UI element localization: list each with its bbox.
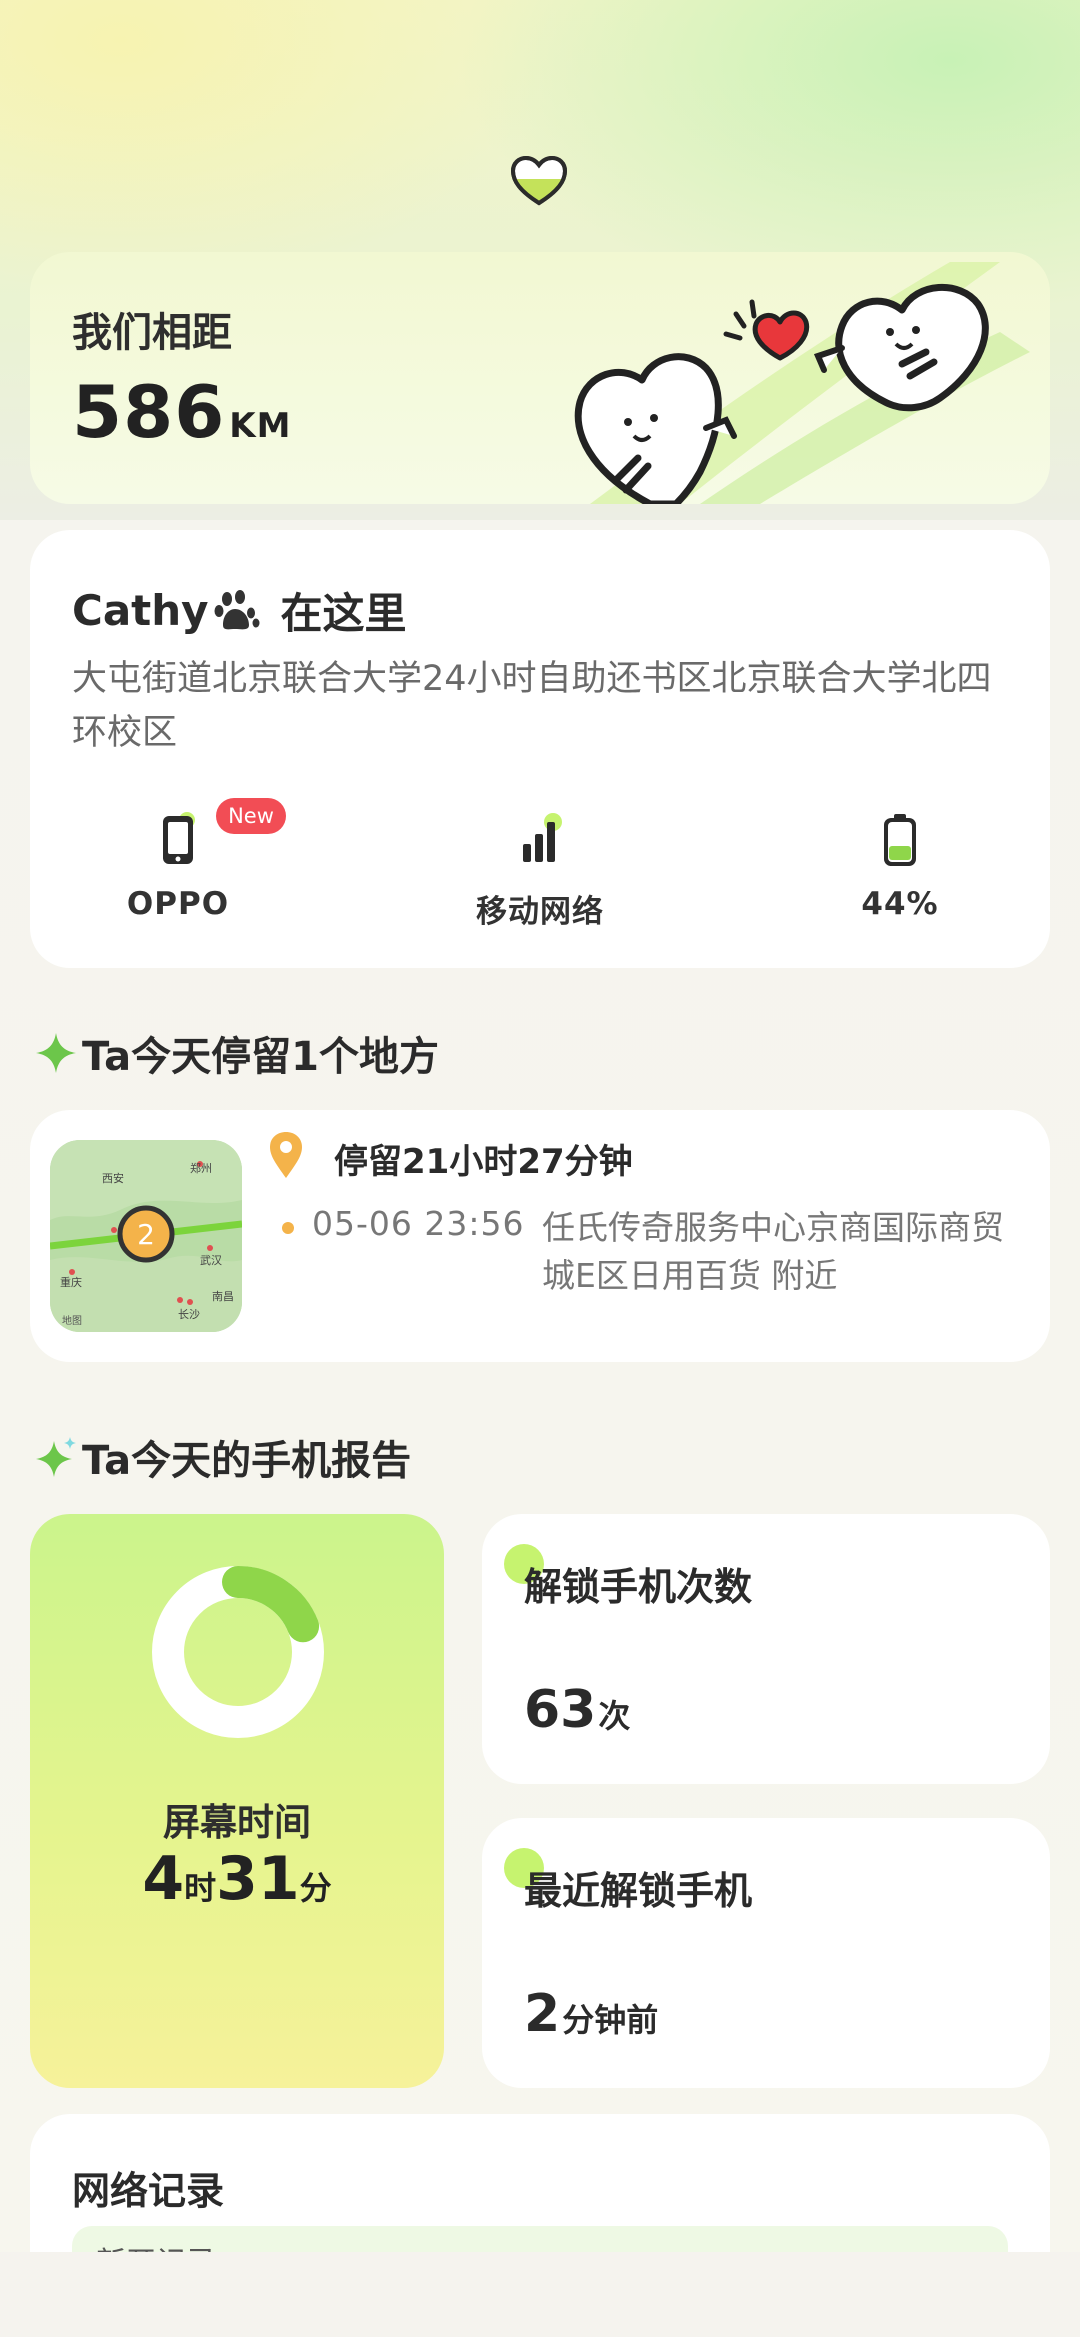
paw-icon [214, 589, 260, 629]
location-heading: Cathy 在这里 [72, 580, 407, 641]
stay-card[interactable]: 西安 郑州 重庆 武汉 长沙 南昌 地图 2 停留21小时27分钟 05-06 … [30, 1110, 1050, 1362]
screen-time-ring [152, 1566, 324, 1738]
minutes-unit: 分 [299, 1869, 332, 1907]
last-unlock-card[interactable]: 最近解锁手机 2分钟前 [482, 1818, 1050, 2088]
screen-time-minutes: 31 [216, 1844, 300, 1914]
distance-title: 我们相距 [72, 310, 232, 356]
heart-logo-icon [510, 155, 568, 206]
bottom-fade [0, 2252, 1080, 2337]
screen-time-label: 屏幕时间 [163, 1801, 311, 1844]
stay-count-marker: 2 [137, 1218, 155, 1251]
unlock-count-value: 63 [524, 1680, 597, 1740]
map-label: 重庆 [60, 1275, 82, 1289]
unlock-count-card[interactable]: 解锁手机次数 63次 [482, 1514, 1050, 1784]
location-address: 大屯街道北京联合大学24小时自助还书区北京联合大学北四环校区 [72, 659, 992, 753]
map-label: 长沙 [178, 1308, 200, 1321]
sparkle-icon [36, 1033, 76, 1073]
report-section-title-row: Ta今天的手机报告 [34, 1428, 411, 1486]
sparkles-icon [36, 1437, 76, 1477]
map-label: 地图 [62, 1314, 82, 1327]
distance-card[interactable]: 我们相距 586 KM [30, 252, 1050, 504]
network-label: 移动网络 [476, 894, 604, 930]
network-log-title: 网络记录 [72, 2169, 225, 2213]
partner-location-card[interactable]: Cathy 在这里 大屯街道北京联合大学24小时自助还书区北京联合大学北四环校区… [30, 530, 1050, 968]
unlock-count-title: 解锁手机次数 [524, 1565, 753, 1609]
stay-duration: 停留21小时27分钟 [334, 1142, 633, 1182]
battery-label: 44% [861, 886, 939, 922]
unlock-count-unit: 次 [598, 1697, 631, 1735]
map-label: 武汉 [200, 1254, 222, 1267]
network-stat[interactable]: 移动网络 [420, 812, 660, 931]
map-thumbnail[interactable]: 西安 郑州 重庆 武汉 长沙 南昌 地图 2 [50, 1140, 242, 1332]
battery-icon [884, 814, 916, 866]
screen-time-card[interactable]: 屏幕时间 4时31分 [30, 1514, 444, 2088]
partner-name: Cathy [72, 586, 209, 635]
hours-unit: 时 [184, 1869, 217, 1907]
screen-time-hours: 4 [142, 1844, 185, 1914]
stay-time: 05-06 23:56 [312, 1204, 525, 1243]
timeline-dot [282, 1222, 294, 1234]
distance-value: 586 [72, 370, 226, 454]
stay-section-title-row: Ta今天停留1个地方 [34, 1024, 439, 1082]
stay-place: 任氏传奇服务中心京商国际商贸城E区日用百货 附近 [542, 1208, 1004, 1295]
last-unlock-title: 最近解锁手机 [524, 1869, 753, 1913]
location-pin-icon [270, 1132, 302, 1178]
map-label: 南昌 [212, 1290, 234, 1303]
distance-value-row: 586 KM [72, 370, 291, 454]
report-section-title: Ta今天的手机报告 [82, 1438, 412, 1484]
map-label: 西安 [102, 1171, 124, 1185]
device-label: OPPO [126, 886, 230, 922]
screen-time-value: 4时31分 [30, 1844, 444, 1914]
unlock-count-value-row: 63次 [524, 1680, 630, 1740]
last-unlock-unit: 分钟前 [562, 2001, 659, 2039]
couple-hearts-illustration [574, 262, 1030, 504]
phone-icon [163, 812, 195, 864]
signal-icon [523, 813, 562, 862]
map-label: 郑州 [190, 1161, 212, 1175]
last-unlock-value-row: 2分钟前 [524, 1984, 658, 2044]
distance-unit: KM [229, 406, 292, 446]
stay-section-title: Ta今天停留1个地方 [82, 1034, 439, 1080]
last-unlock-value: 2 [524, 1984, 561, 2044]
here-label: 在这里 [280, 589, 407, 638]
new-badge: New [216, 798, 286, 834]
battery-stat[interactable]: 44% [780, 812, 1020, 922]
